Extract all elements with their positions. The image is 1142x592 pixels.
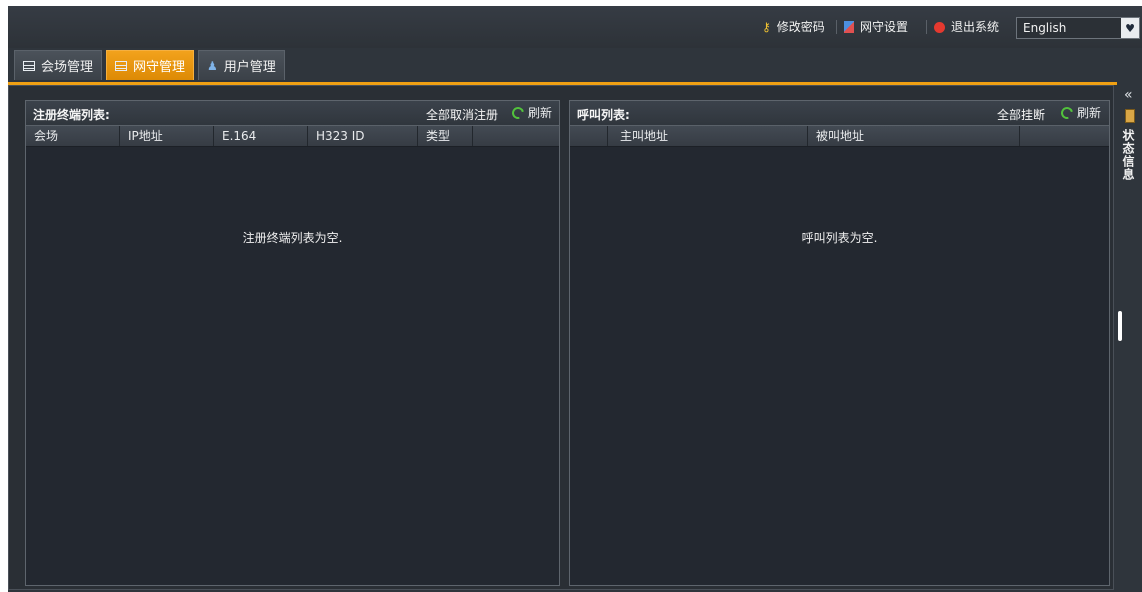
heart-dropdown-icon[interactable]: ♥ [1121,18,1139,38]
unregister-all-button[interactable]: 全部取消注册 [426,106,498,123]
gatekeeper-settings-label: 网守设置 [860,20,909,34]
language-value: English [1023,21,1067,35]
table-header: 主叫地址 被叫地址 [570,125,1109,147]
column-header[interactable]: 被叫地址 [808,126,1020,146]
call-list-panel: 呼叫列表: 全部挂断 刷新 主叫地址 被叫地址 呼叫列表为空. [569,100,1110,586]
splitter-handle[interactable] [1118,311,1122,341]
refresh-icon [1058,104,1076,121]
app-window: ⚷ 修改密码 网守设置 退出系统 English ♥ 会场管理 网守管理 ♟ 用… [8,6,1142,592]
refresh-label: 刷新 [528,106,553,120]
registered-terminals-panel: 注册终端列表: 全部取消注册 刷新 会场 IP地址 E.164 H323 ID … [25,100,560,586]
logout-label: 退出系统 [951,20,1000,34]
language-select[interactable]: English ♥ [1016,17,1140,39]
power-icon [934,21,945,33]
logout-link[interactable]: 退出系统 [934,18,999,36]
content-area: 注册终端列表: 全部取消注册 刷新 会场 IP地址 E.164 H323 ID … [8,85,1114,590]
settings-icon [844,21,854,33]
tab-label: 用户管理 [223,60,276,75]
panel-title: 呼叫列表: [577,108,630,122]
divider [836,20,837,34]
column-header[interactable]: 会场 [26,126,120,146]
gatekeeper-settings-link[interactable]: 网守设置 [844,18,908,36]
clipboard-icon [1125,109,1135,123]
column-header[interactable]: E.164 [214,126,308,146]
panel-title: 注册终端列表: [33,108,110,122]
top-bar: ⚷ 修改密码 网守设置 退出系统 English ♥ [8,6,1142,48]
panel-header: 呼叫列表: 全部挂断 刷新 [570,101,1109,125]
column-header[interactable]: IP地址 [120,126,214,146]
refresh-button[interactable]: 刷新 [1058,104,1102,121]
change-password-link[interactable]: ⚷ 修改密码 [762,18,825,36]
refresh-icon [509,104,527,121]
table-header: 会场 IP地址 E.164 H323 ID 类型 [26,125,559,147]
tab-label: 网守管理 [133,60,186,75]
grid-icon [23,60,35,71]
divider [926,20,927,34]
main-tabs: 会场管理 网守管理 ♟ 用户管理 [14,50,285,82]
grid-icon [115,60,128,71]
status-info-tab[interactable]: 状态信息 [1121,129,1137,181]
column-header[interactable]: 主叫地址 [608,126,808,146]
column-header-checkbox [570,126,608,146]
tab-label: 会场管理 [41,60,94,75]
hangup-all-button[interactable]: 全部挂断 [997,106,1045,123]
column-header[interactable]: H323 ID [308,126,418,146]
tab-user-management[interactable]: ♟ 用户管理 [198,50,285,80]
key-icon: ⚷ [762,20,771,34]
empty-list-message: 注册终端列表为空. [242,231,343,245]
change-password-label: 修改密码 [776,20,825,34]
refresh-button[interactable]: 刷新 [509,104,553,121]
refresh-label: 刷新 [1077,106,1102,120]
user-icon: ♟ [207,58,218,73]
column-header-filler [1020,126,1109,146]
panel-header: 注册终端列表: 全部取消注册 刷新 [26,101,559,125]
tab-venue-management[interactable]: 会场管理 [14,50,103,80]
empty-list-message: 呼叫列表为空. [801,231,878,245]
collapse-icon[interactable]: « [1124,87,1133,103]
column-header[interactable]: 类型 [418,126,473,146]
tab-gatekeeper-management[interactable]: 网守管理 [106,50,195,80]
column-header-filler [473,126,559,146]
